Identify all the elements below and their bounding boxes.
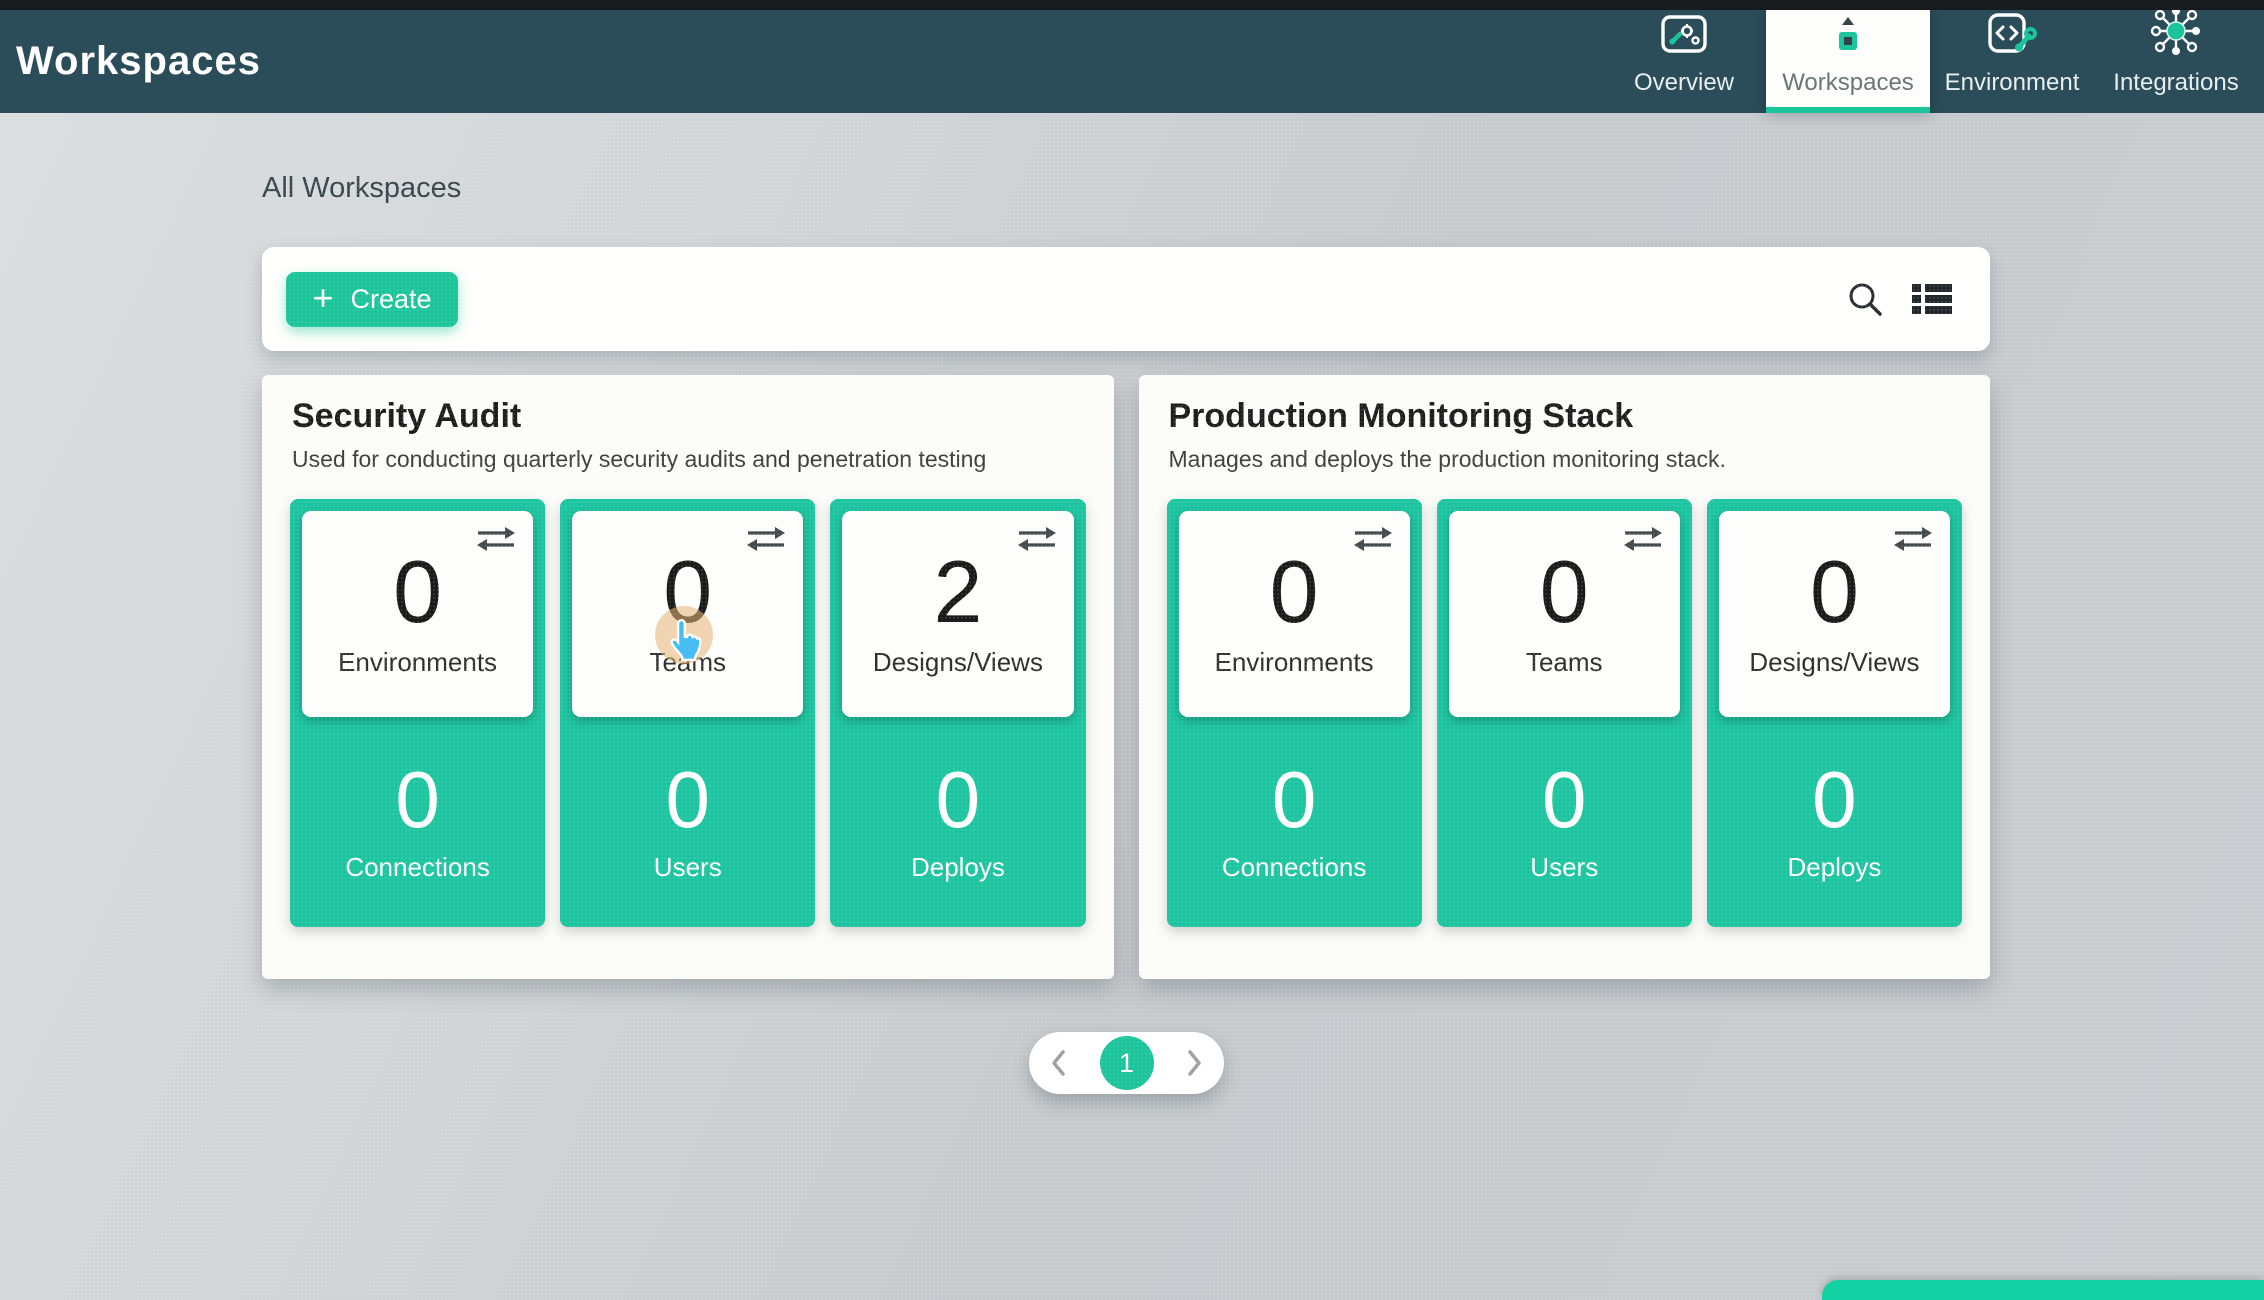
stat-value: 0 xyxy=(1810,550,1859,634)
chevron-left-icon[interactable] xyxy=(1049,1048,1067,1078)
stat-top-panel: 0 Designs/Views xyxy=(1719,511,1950,717)
page-title: Workspaces xyxy=(16,39,261,84)
app-header: Workspaces Overview xyxy=(0,10,2264,113)
workspace-cards: Security Audit Used for conducting quart… xyxy=(262,375,1990,979)
toast-notification xyxy=(1822,1280,2264,1300)
workspaces-toolbar: + Create xyxy=(262,247,1990,351)
page-heading: All Workspaces xyxy=(262,172,461,205)
stat-label: Users xyxy=(1530,852,1598,883)
workspace-card-security-audit: Security Audit Used for conducting quart… xyxy=(262,375,1114,979)
stat-bottom-panel: 0 Connections xyxy=(290,717,545,927)
environment-icon xyxy=(1986,10,2038,57)
swap-icon[interactable] xyxy=(1892,525,1934,558)
stat-label: Environments xyxy=(338,647,497,678)
create-workspace-button[interactable]: + Create xyxy=(286,272,458,327)
list-view-icon[interactable] xyxy=(1912,282,1952,316)
plus-icon: + xyxy=(312,280,333,316)
toolbar-icons xyxy=(1846,280,1952,318)
stat-label: Users xyxy=(654,852,722,883)
stat-tile-teams[interactable]: 0 Teams 0 Users xyxy=(1437,499,1692,927)
stat-bottom-panel: 0 Users xyxy=(560,717,815,927)
current-page-button[interactable]: 1 xyxy=(1100,1036,1154,1090)
stat-value: 0 xyxy=(666,762,711,838)
tab-workspaces-label: Workspaces xyxy=(1782,69,1914,97)
stat-top-panel: 0 Environments xyxy=(1179,511,1410,717)
stat-label: Designs/Views xyxy=(1749,647,1919,678)
stat-value: 2 xyxy=(933,550,982,634)
integrations-icon xyxy=(2148,5,2204,57)
stat-value: 0 xyxy=(1540,550,1589,634)
mouse-cursor xyxy=(666,616,706,669)
search-icon[interactable] xyxy=(1846,280,1884,318)
workspaces-page: Workspaces Overview xyxy=(0,0,2264,1300)
stat-value: 0 xyxy=(1812,762,1857,838)
stat-tile-teams[interactable]: 0 Teams 0 Users xyxy=(560,499,815,927)
stat-label: Deploys xyxy=(1787,852,1881,883)
tab-workspaces[interactable]: Workspaces xyxy=(1766,10,1930,113)
stat-label: Environments xyxy=(1215,647,1374,678)
stat-top-panel: 0 Teams xyxy=(1449,511,1680,717)
stat-top-panel: 0 Environments xyxy=(302,511,533,717)
tab-overview-label: Overview xyxy=(1634,69,1734,97)
stat-top-panel: 2 Designs/Views xyxy=(842,511,1073,717)
stat-tile-designs-views[interactable]: 0 Designs/Views 0 Deploys xyxy=(1707,499,1962,927)
stat-bottom-panel: 0 Users xyxy=(1437,717,1692,927)
stat-tile-designs-views[interactable]: 2 Designs/Views 0 Deploys xyxy=(830,499,1085,927)
tab-integrations[interactable]: Integrations xyxy=(2094,10,2258,113)
stat-value: 0 xyxy=(1270,550,1319,634)
stat-tiles: 0 Environments 0 Connections xyxy=(1167,499,1963,927)
tab-environment[interactable]: Environment xyxy=(1930,10,2094,113)
overview-icon xyxy=(1660,10,1708,57)
stat-value: 0 xyxy=(1272,762,1317,838)
swap-icon[interactable] xyxy=(1352,525,1394,558)
stat-label: Connections xyxy=(1222,852,1367,883)
stat-bottom-panel: 0 Connections xyxy=(1167,717,1422,927)
stat-tile-environments[interactable]: 0 Environments 0 Connections xyxy=(290,499,545,927)
stat-value: 0 xyxy=(1542,762,1587,838)
tab-integrations-label: Integrations xyxy=(2113,69,2238,97)
main-nav: Overview Workspaces xyxy=(1602,10,2258,113)
stat-tile-environments[interactable]: 0 Environments 0 Connections xyxy=(1167,499,1422,927)
workspaces-icon xyxy=(1831,10,1865,57)
window-top-edge xyxy=(0,0,2264,10)
swap-icon[interactable] xyxy=(1016,525,1058,558)
chevron-right-icon[interactable] xyxy=(1186,1048,1204,1078)
workspace-description: Used for conducting quarterly security a… xyxy=(292,446,1086,473)
workspace-title: Security Audit xyxy=(292,397,1086,436)
workspace-title: Production Monitoring Stack xyxy=(1169,397,1963,436)
stat-label: Connections xyxy=(345,852,490,883)
tab-environment-label: Environment xyxy=(1945,69,2080,97)
workspace-card-production-monitoring: Production Monitoring Stack Manages and … xyxy=(1139,375,1991,979)
stat-value: 0 xyxy=(393,550,442,634)
workspace-description: Manages and deploys the production monit… xyxy=(1169,446,1963,473)
create-button-label: Create xyxy=(350,284,431,315)
stat-label: Deploys xyxy=(911,852,1005,883)
stat-bottom-panel: 0 Deploys xyxy=(1707,717,1962,927)
stat-value: 0 xyxy=(395,762,440,838)
pagination: 1 xyxy=(1029,1032,1224,1094)
stat-label: Designs/Views xyxy=(873,647,1043,678)
stat-value: 0 xyxy=(936,762,981,838)
stat-tiles: 0 Environments 0 Connections xyxy=(290,499,1086,927)
stat-bottom-panel: 0 Deploys xyxy=(830,717,1085,927)
swap-icon[interactable] xyxy=(1622,525,1664,558)
tab-overview[interactable]: Overview xyxy=(1602,10,1766,113)
swap-icon[interactable] xyxy=(745,525,787,558)
swap-icon[interactable] xyxy=(475,525,517,558)
stat-label: Teams xyxy=(1526,647,1603,678)
